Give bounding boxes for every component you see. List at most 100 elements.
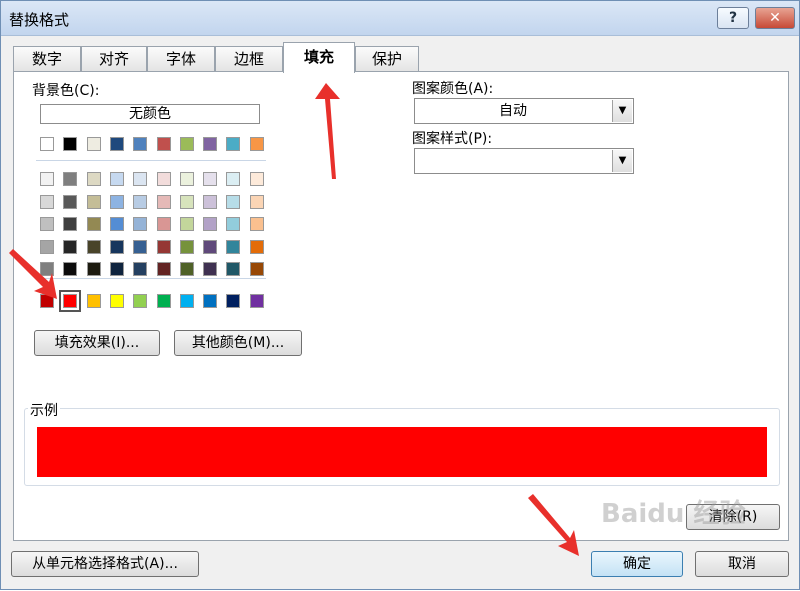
color-swatch[interactable] — [40, 217, 54, 231]
color-swatch[interactable] — [226, 217, 241, 231]
color-swatch[interactable] — [249, 262, 264, 276]
color-swatch[interactable] — [63, 217, 78, 231]
sample-group — [24, 408, 780, 486]
dialog-title: 替换格式 — [9, 11, 70, 29]
color-swatch[interactable] — [86, 262, 101, 276]
color-swatch[interactable] — [156, 239, 171, 254]
tab-protection[interactable]: 保护 — [355, 46, 419, 72]
color-swatch[interactable] — [156, 262, 171, 276]
color-swatch[interactable] — [179, 294, 194, 308]
color-swatch[interactable] — [63, 262, 78, 276]
color-swatch[interactable] — [249, 172, 264, 186]
no-color-button[interactable]: 无颜色 — [40, 104, 260, 124]
replace-format-dialog: 替换格式 ? ✕ 数字 对齐 字体 边框 填充 保护 背景色(C): 无颜色 填… — [0, 0, 800, 590]
color-swatch[interactable] — [40, 137, 54, 151]
color-swatch[interactable] — [109, 294, 124, 308]
watermark: Baidu 经验 — [601, 499, 746, 529]
color-swatch[interactable] — [63, 239, 78, 254]
color-swatch[interactable] — [249, 239, 264, 254]
color-swatch[interactable] — [133, 172, 148, 186]
color-swatch[interactable] — [40, 194, 54, 209]
color-swatch[interactable] — [203, 172, 218, 186]
color-swatch[interactable] — [179, 172, 194, 186]
color-swatch[interactable] — [156, 172, 171, 186]
color-swatch[interactable] — [203, 239, 218, 254]
color-swatch[interactable] — [40, 294, 54, 308]
pattern-style-label: 图案样式(P): — [412, 131, 493, 147]
color-swatch[interactable] — [156, 137, 171, 151]
color-swatch[interactable] — [63, 137, 78, 151]
color-swatch[interactable] — [86, 172, 101, 186]
close-button[interactable]: ✕ — [755, 7, 795, 29]
tab-fill[interactable]: 填充 — [283, 42, 355, 73]
color-swatch[interactable] — [249, 294, 264, 308]
tab-alignment[interactable]: 对齐 — [81, 46, 147, 72]
color-swatch[interactable] — [133, 294, 148, 308]
color-swatch[interactable] — [109, 217, 124, 231]
cancel-button[interactable]: 取消 — [695, 551, 789, 577]
pattern-color-value: 自动 — [499, 103, 527, 119]
color-swatch[interactable] — [249, 194, 264, 209]
color-swatch[interactable] — [156, 294, 171, 308]
color-swatch[interactable] — [109, 137, 124, 151]
color-swatch[interactable] — [226, 172, 241, 186]
color-swatch[interactable] — [226, 194, 241, 209]
color-swatch[interactable] — [226, 137, 241, 151]
color-swatch[interactable] — [203, 194, 218, 209]
sample-preview — [37, 427, 767, 477]
color-swatch[interactable] — [226, 239, 241, 254]
color-swatch[interactable] — [40, 262, 54, 276]
tab-number[interactable]: 数字 — [13, 46, 81, 72]
color-swatch[interactable] — [109, 172, 124, 186]
color-swatch[interactable] — [203, 137, 218, 151]
color-swatch[interactable] — [156, 217, 171, 231]
color-swatch[interactable] — [179, 262, 194, 276]
tab-border[interactable]: 边框 — [215, 46, 283, 72]
color-swatch[interactable] — [203, 262, 218, 276]
tab-font[interactable]: 字体 — [147, 46, 215, 72]
fill-panel: 背景色(C): 无颜色 填充效果(I)... 其他颜色(M)... 图案颜色(A… — [13, 71, 789, 541]
color-swatch[interactable] — [133, 194, 148, 209]
color-swatch[interactable] — [109, 194, 124, 209]
color-swatch[interactable] — [63, 172, 78, 186]
more-colors-button[interactable]: 其他颜色(M)... — [174, 330, 302, 356]
chevron-down-icon[interactable]: ▼ — [612, 100, 632, 122]
color-swatch[interactable] — [40, 239, 54, 254]
color-swatch[interactable] — [249, 217, 264, 231]
color-swatch[interactable] — [203, 294, 218, 308]
color-swatch[interactable] — [86, 137, 101, 151]
color-swatch[interactable] — [133, 262, 148, 276]
chevron-down-icon[interactable]: ▼ — [612, 150, 632, 172]
color-swatch[interactable] — [109, 239, 124, 254]
color-swatch[interactable] — [249, 137, 264, 151]
color-swatch[interactable] — [226, 262, 241, 276]
color-swatch[interactable] — [133, 137, 148, 151]
title-bar: 替换格式 ? ✕ — [1, 1, 799, 36]
pattern-style-select[interactable]: ▼ — [414, 148, 634, 174]
color-swatch[interactable] — [40, 172, 54, 186]
pattern-color-select[interactable]: 自动 ▼ — [414, 98, 634, 124]
help-button[interactable]: ? — [717, 7, 749, 29]
pattern-color-label: 图案颜色(A): — [412, 81, 494, 97]
color-swatch[interactable] — [156, 194, 171, 209]
color-swatch[interactable] — [86, 294, 101, 308]
color-swatch[interactable] — [179, 217, 194, 231]
color-swatch[interactable] — [63, 194, 78, 209]
choose-format-from-cell-button[interactable]: 从单元格选择格式(A)... — [11, 551, 199, 577]
fill-effects-button[interactable]: 填充效果(I)... — [34, 330, 160, 356]
color-swatch[interactable] — [179, 194, 194, 209]
color-swatch[interactable] — [179, 137, 194, 151]
color-swatch[interactable] — [203, 217, 218, 231]
color-swatch[interactable] — [179, 239, 194, 254]
sample-label: 示例 — [28, 400, 60, 420]
color-swatch[interactable] — [226, 294, 241, 308]
color-swatch[interactable] — [86, 217, 101, 231]
color-swatch[interactable] — [109, 262, 124, 276]
color-swatch[interactable] — [59, 290, 82, 312]
ok-button[interactable]: 确定 — [591, 551, 683, 577]
color-swatch[interactable] — [133, 217, 148, 231]
pattern-style-value — [415, 149, 611, 173]
color-swatch[interactable] — [86, 239, 101, 254]
color-swatch[interactable] — [86, 194, 101, 209]
color-swatch[interactable] — [133, 239, 148, 254]
